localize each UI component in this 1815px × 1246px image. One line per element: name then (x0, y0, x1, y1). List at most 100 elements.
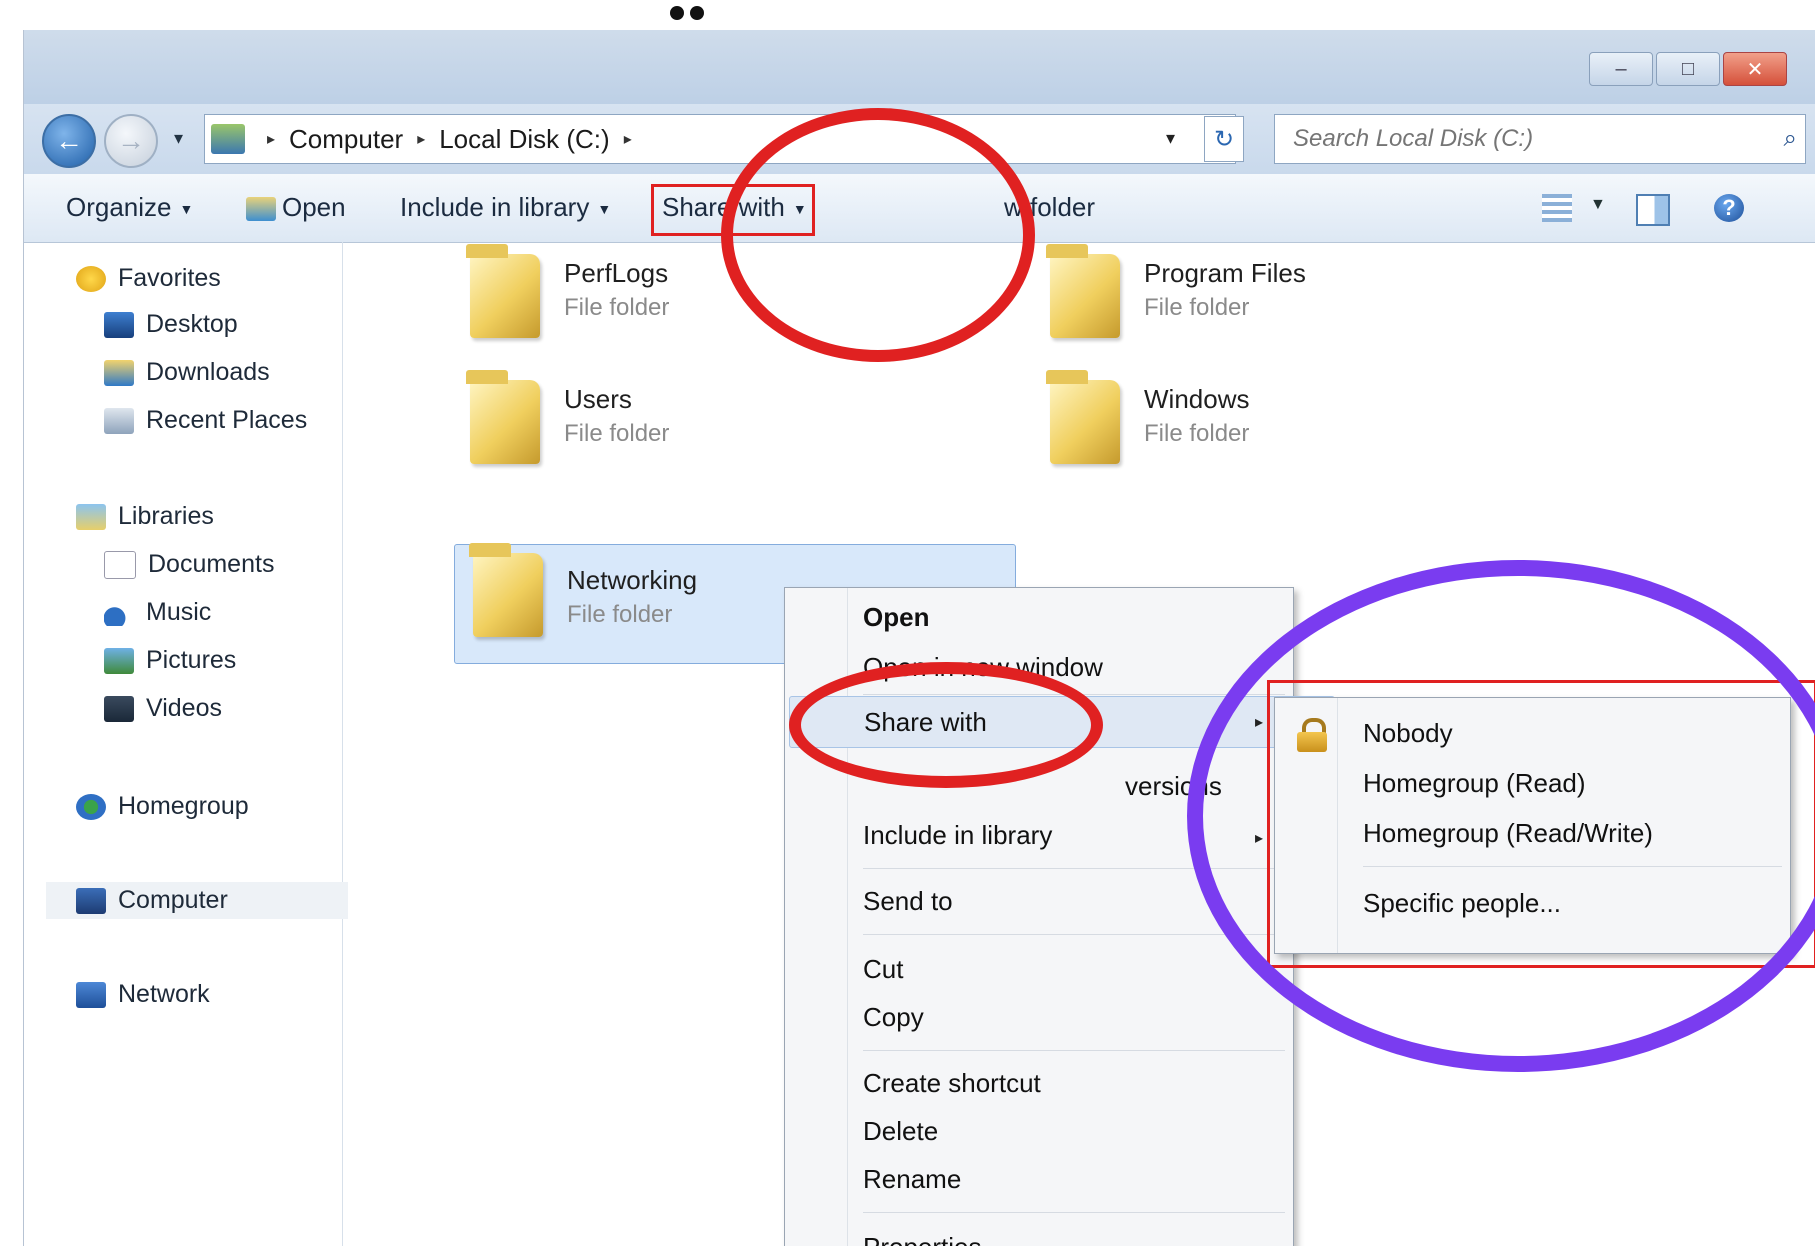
sidebar-item-label: Homegroup (118, 792, 249, 820)
sidebar-item-music[interactable]: Music (104, 598, 211, 627)
star-icon (76, 265, 106, 292)
breadcrumb-separator[interactable]: ▸ (624, 129, 632, 149)
view-dropdown-icon[interactable]: ▼ (1590, 196, 1606, 214)
change-view-icon[interactable] (1542, 194, 1572, 222)
menu-item-share-with[interactable]: Share with (789, 696, 1335, 748)
menu-separator (863, 934, 1285, 935)
sidebar-item-downloads[interactable]: Downloads (104, 358, 270, 387)
network-icon (76, 981, 106, 1008)
sidebar-item-desktop[interactable]: Desktop (104, 310, 238, 339)
include-in-library-button[interactable]: Include in library ▼ (400, 192, 611, 223)
folder-type: File folder (1144, 420, 1250, 447)
menu-item-properties[interactable]: Properties (863, 1232, 982, 1246)
organize-label: Organize (66, 192, 172, 222)
sidebar-item-computer[interactable]: Computer (46, 882, 348, 919)
menu-item-open[interactable]: Open (863, 602, 929, 633)
folder-item[interactable]: Windows File folder (1032, 370, 1592, 490)
submenu-arrow-icon: ▸ (1255, 830, 1264, 847)
chevron-down-icon: ▼ (179, 201, 194, 218)
share-with-button[interactable]: Share with ▼ (662, 192, 807, 223)
folder-icon (1046, 244, 1120, 338)
computer-icon (76, 887, 106, 914)
search-icon[interactable]: ⌕ (1784, 125, 1797, 153)
menu-gutter (847, 588, 848, 1246)
sidebar-item-label: Videos (146, 694, 222, 722)
sidebar-item-documents[interactable]: Documents (104, 550, 274, 579)
recent-pages-dropdown[interactable]: ▾ (174, 128, 183, 149)
submenu-highlight-box (1267, 680, 1815, 968)
computer-icon (211, 124, 245, 154)
sidebar-item-favorites[interactable]: Favorites (76, 264, 221, 293)
folder-name: Program Files (1144, 258, 1306, 288)
close-button[interactable]: ✕ (1723, 52, 1787, 86)
sidebar-item-label: Recent Places (146, 406, 308, 434)
breadcrumb-local-disk[interactable]: Local Disk (C:) (439, 124, 609, 155)
breadcrumb-separator[interactable]: ▸ (417, 129, 425, 149)
menu-item-delete[interactable]: Delete (863, 1116, 938, 1147)
dot (690, 6, 704, 20)
sidebar-item-label: Desktop (146, 310, 238, 338)
search-box[interactable]: ⌕ (1274, 114, 1806, 164)
menu-item-copy[interactable]: Copy (863, 1002, 924, 1033)
folder-icon (1046, 370, 1120, 464)
preview-pane-icon[interactable] (1636, 194, 1670, 226)
top-dots (670, 6, 710, 25)
menu-item-rename[interactable]: Rename (863, 1164, 961, 1195)
new-folder-button[interactable]: w folder (1004, 192, 1095, 223)
folder-type: File folder (1144, 294, 1250, 321)
command-bar: Organize ▼ Open Include in library ▼ Share… (24, 174, 1815, 243)
menu-separator (863, 694, 1285, 695)
recent-places-icon (104, 407, 134, 434)
menu-item-cut[interactable]: Cut (863, 954, 903, 985)
menu-separator (863, 1050, 1285, 1051)
sidebar-item-network[interactable]: Network (76, 980, 210, 1009)
sidebar-item-label: Music (146, 598, 212, 626)
menu-item-include-in-library[interactable]: Include in library (863, 820, 1052, 851)
sidebar-item-libraries[interactable]: Libraries (76, 502, 214, 531)
title-bar: – □ ✕ (24, 30, 1815, 104)
pictures-icon (104, 647, 134, 674)
folder-name: Networking (567, 565, 698, 595)
refresh-icon[interactable]: ↻ (1204, 116, 1244, 162)
sidebar-item-label: Network (118, 980, 210, 1008)
search-input[interactable] (1275, 124, 1755, 154)
videos-icon (104, 695, 134, 722)
folder-name: Windows (1144, 384, 1250, 414)
menu-separator (863, 1212, 1285, 1213)
address-dropdown-icon[interactable]: ▾ (1166, 128, 1175, 149)
menu-item-restore-previous-versions[interactable]: versions (1125, 771, 1222, 802)
folder-icon (466, 244, 540, 338)
menu-item-open-new-window[interactable]: Open in new window (863, 652, 1103, 683)
minimize-button[interactable]: – (1589, 52, 1653, 86)
folder-item[interactable]: Program Files File folder (1032, 244, 1592, 364)
sidebar-item-label: Pictures (146, 646, 237, 674)
share-with-label: Share with (662, 192, 785, 222)
sidebar-item-pictures[interactable]: Pictures (104, 646, 236, 675)
organize-button[interactable]: Organize ▼ (66, 192, 193, 223)
menu-item-create-shortcut[interactable]: Create shortcut (863, 1068, 1041, 1099)
chevron-down-icon: ▼ (792, 201, 807, 218)
navigation-pane: Favorites Desktop Downloads Recent Place… (24, 242, 348, 1246)
folder-type: File folder (564, 294, 670, 321)
folder-item[interactable]: Users File folder (452, 370, 1012, 490)
sidebar-item-homegroup[interactable]: Homegroup (76, 792, 249, 821)
maximize-button[interactable]: □ (1656, 52, 1720, 86)
menu-item-send-to[interactable]: Send to (863, 886, 953, 917)
sidebar-item-recent-places[interactable]: Recent Places (104, 406, 307, 435)
address-row: ← → ▾ ▸ Computer ▸ Local Disk (C:) ▸ ▾ ↻… (24, 104, 1815, 174)
address-bar[interactable]: ▸ Computer ▸ Local Disk (C:) ▸ (204, 114, 1236, 164)
music-icon (104, 599, 134, 626)
folder-type: File folder (567, 601, 673, 628)
include-in-library-label: Include in library (400, 192, 590, 222)
submenu-arrow-icon: ▸ (1255, 714, 1264, 731)
libraries-icon (76, 503, 106, 530)
folder-item[interactable]: PerfLogs File folder (452, 244, 1012, 364)
breadcrumb-separator[interactable]: ▸ (267, 129, 275, 149)
back-button[interactable]: ← (42, 114, 96, 168)
folder-type: File folder (564, 420, 670, 447)
sidebar-item-videos[interactable]: Videos (104, 694, 222, 723)
breadcrumb-computer[interactable]: Computer (289, 124, 403, 155)
forward-button[interactable]: → (104, 114, 158, 168)
help-icon[interactable]: ? (1714, 194, 1744, 222)
open-button[interactable]: Open (246, 192, 346, 223)
